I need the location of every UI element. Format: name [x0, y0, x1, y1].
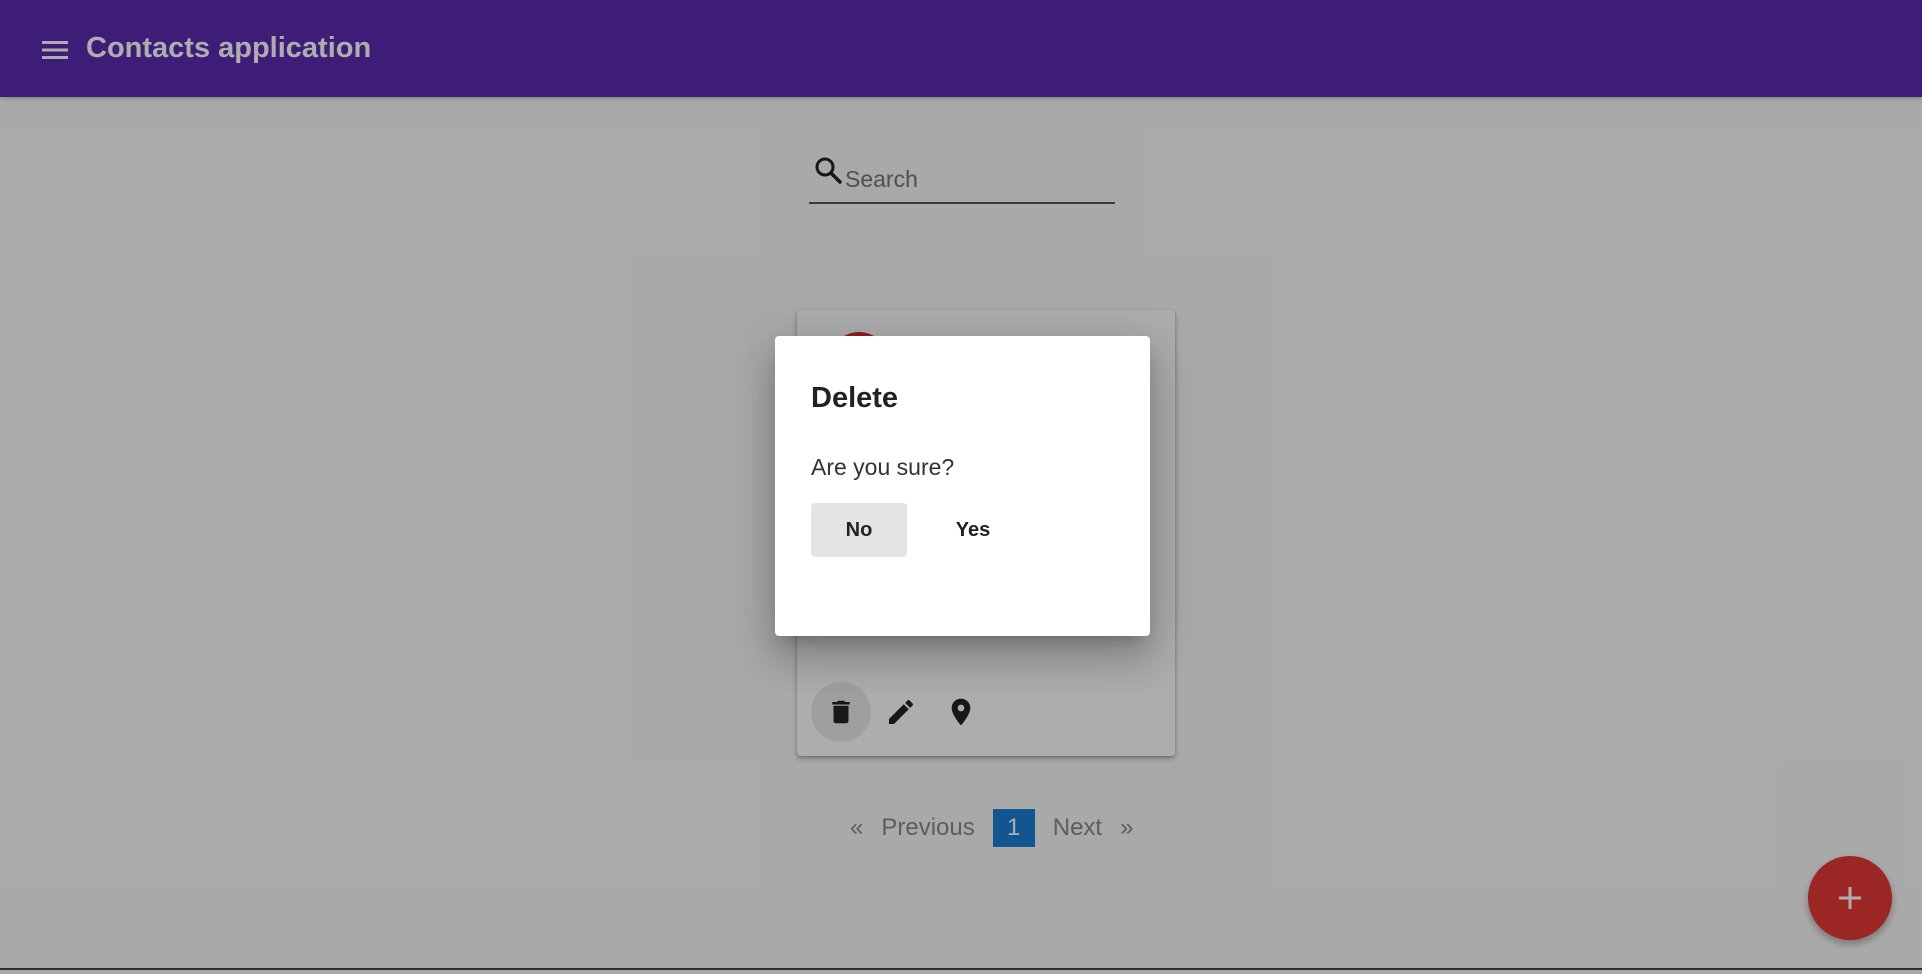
app-root: Contacts application Search « Previous 1… — [0, 0, 1922, 974]
dialog-message: Are you sure? — [811, 454, 955, 480]
dialog-title: Delete — [811, 382, 899, 414]
no-button[interactable]: No — [811, 503, 907, 557]
yes-button[interactable]: Yes — [927, 503, 1019, 557]
delete-dialog: Delete Are you sure? No Yes — [775, 336, 1150, 636]
